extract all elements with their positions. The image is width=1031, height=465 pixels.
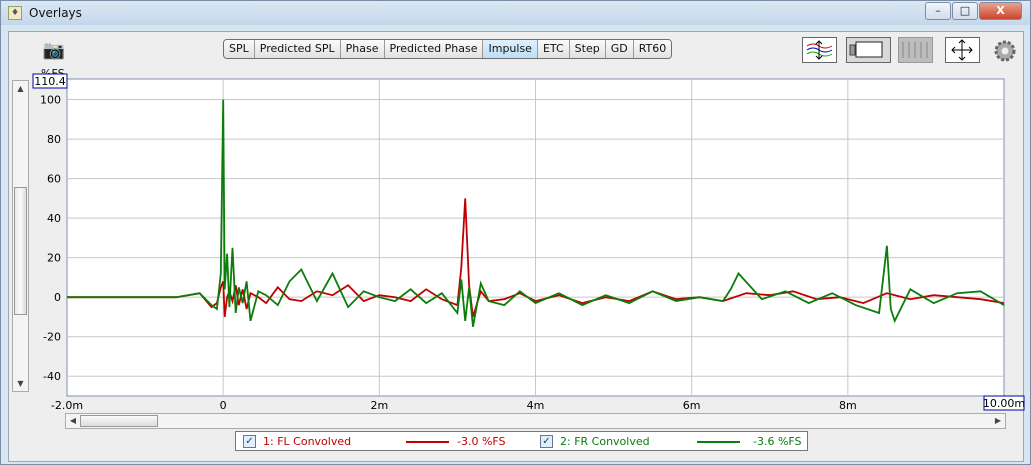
graph-panel: 📷 SPL Predicted SPL Phase Predicted Phas… [8, 31, 1025, 462]
minimize-button[interactable]: – [925, 2, 951, 20]
y-tick-labels: 100 80 60 40 20 0 -20 -40 [40, 94, 61, 384]
x-tick-label: 0 [220, 399, 227, 412]
x-right-marker[interactable]: 10.00m [983, 397, 1025, 410]
y-tick-label: 60 [47, 173, 61, 186]
legend-line-fr [697, 441, 740, 443]
y-tick-label: 0 [54, 291, 61, 304]
x-tick-label: -2.0m [51, 399, 83, 412]
legend-value-fl: -3.0 %FS [457, 435, 506, 448]
maximize-button[interactable]: □ [952, 2, 978, 20]
y-tick-label: -40 [43, 370, 61, 383]
close-button[interactable]: X [979, 2, 1022, 20]
legend-name-fl: 1: FL Convolved [263, 435, 352, 448]
x-tick-labels: -2.0m 0 2m 4m 6m 8m [51, 399, 857, 412]
horizontal-scroll-thumb[interactable] [80, 415, 158, 427]
y-tick-label: -20 [43, 331, 61, 344]
x-tick-label: 8m [839, 399, 857, 412]
x-tick-label: 4m [527, 399, 545, 412]
impulse-chart[interactable]: 100806040200-20-40 -2.0m 0 2m 4m 6m 8m 110.4 … [9, 32, 1025, 412]
legend-checkbox-fl[interactable]: ✓ [243, 435, 256, 448]
x-tick-label: 2m [370, 399, 388, 412]
y-tick-label: 80 [47, 133, 61, 146]
legend: ✓ 1: FL Convolved -3.0 %FS ✓ 2: FR Convo… [235, 431, 808, 451]
legend-value-fr: -3.6 %FS [753, 435, 802, 448]
horizontal-scrollbar[interactable]: ◀ ▶ [65, 413, 1006, 429]
app-icon: ♦ [8, 6, 22, 20]
overlays-window: ♦ Overlays – □ X 📷 SPL Predicted SPL Pha… [0, 0, 1031, 465]
y-top-marker[interactable]: 110.4 [34, 75, 66, 88]
window-title: Overlays [29, 6, 82, 20]
legend-name-fr: 2: FR Convolved [560, 435, 650, 448]
y-tick-label: 40 [47, 212, 61, 225]
title-bar[interactable]: ♦ Overlays – □ X [1, 1, 1030, 25]
legend-checkbox-fr[interactable]: ✓ [540, 435, 553, 448]
x-tick-label: 6m [683, 399, 701, 412]
y-tick-label: 20 [47, 252, 61, 265]
y-tick-label: 100 [40, 94, 61, 107]
legend-line-fl [406, 441, 449, 443]
scroll-right-arrow-icon[interactable]: ▶ [991, 414, 1005, 428]
scroll-left-arrow-icon[interactable]: ◀ [66, 414, 80, 428]
